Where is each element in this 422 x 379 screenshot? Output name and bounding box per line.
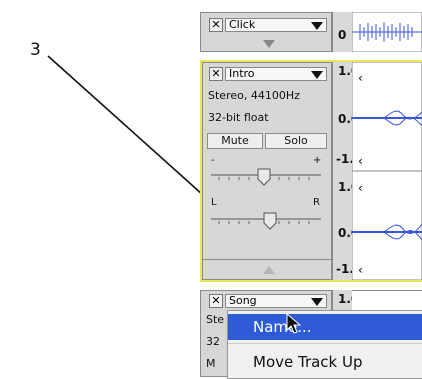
chevron-down-icon (311, 71, 323, 79)
close-icon[interactable]: ✕ (209, 67, 223, 81)
collapse-triangle-icon[interactable] (263, 40, 275, 48)
divider (203, 259, 331, 260)
close-icon[interactable]: ✕ (209, 18, 223, 32)
chevron-down-icon (311, 22, 323, 30)
svg-text:‹: ‹ (358, 71, 363, 85)
svg-text:‹: ‹ (358, 154, 363, 168)
track-format: Stereo, 44100Hz (208, 89, 300, 102)
menu-item-move-track-up[interactable]: Move Track Up (228, 349, 422, 375)
pan-slider[interactable] (209, 207, 325, 233)
track-name-label: Intro (229, 67, 255, 80)
track-context-menu: Name... Move Track Up (227, 310, 422, 379)
chevron-down-icon (311, 298, 323, 306)
track-name-label: Click (229, 18, 256, 31)
gain-slider[interactable] (209, 163, 325, 189)
track-format: Ste (206, 313, 225, 326)
track-bitdepth: 32-bit float (208, 111, 269, 124)
svg-text:‹: ‹ (358, 181, 363, 195)
track-header-click: ✕ Click (200, 12, 332, 52)
scale-label: 0 (338, 28, 347, 42)
track-bitdepth: 32 (206, 335, 220, 348)
svg-text:‹: ‹ (358, 263, 363, 277)
waveform-click (352, 12, 422, 52)
waveform-intro: ‹ ‹ ‹ ‹ (352, 62, 422, 280)
amplitude-ruler-intro (332, 62, 354, 280)
track-header-intro: ✕ Intro Stereo, 44100Hz 32-bit float Mut… (202, 62, 332, 280)
menu-item-name[interactable]: Name... (228, 314, 422, 340)
solo-button[interactable]: Solo (265, 133, 327, 149)
track-name-label: Song (229, 294, 257, 307)
mouse-cursor-icon (286, 313, 302, 334)
collapse-triangle-icon[interactable] (263, 266, 275, 274)
mute-button[interactable]: Mute (207, 133, 263, 149)
mute-button[interactable]: M (206, 357, 216, 370)
close-icon[interactable]: ✕ (209, 294, 223, 308)
menu-divider (228, 343, 422, 344)
